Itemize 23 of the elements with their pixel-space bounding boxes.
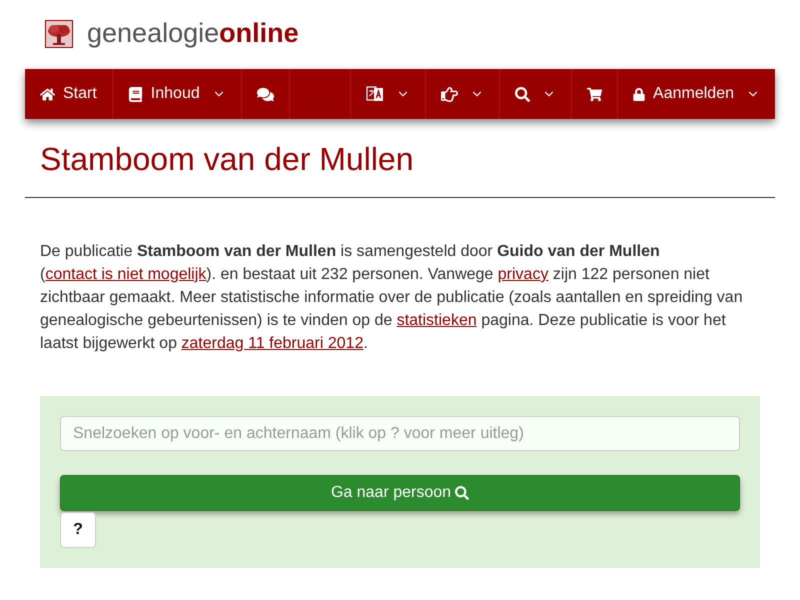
- nav-item[interactable]: Start: [25, 69, 113, 119]
- chat-bubbles-icon: [256, 86, 274, 102]
- intro-paragraph: De publicatie Stamboom van der Mullen is samengesteld door Guido van der Mullen (contact is niet mogelijk). en bestaat uit 232 personen. Vanwege privacy zijn 122 personen niet zichtbaar gemaakt. Meer statistische informatie over de publicatie (zoals aantallen en spreiding van genealogische gebeurtenissen) is te vinden op de statistieken pagina. Deze publicatie is voor het laatst bijgewerkt op zaterdag 11 februari 2012.: [40, 242, 744, 354]
- book-icon: [128, 86, 143, 102]
- page-title: Stamboom van der Mullen: [40, 140, 414, 178]
- nav-item[interactable]: Aanmelden: [617, 69, 775, 119]
- text-link[interactable]: contact is niet mogelijk: [45, 266, 206, 283]
- help-button[interactable]: ?: [60, 512, 96, 548]
- site-logo-text[interactable]: genealogieonline: [87, 20, 299, 47]
- search-field[interactable]: Snelzoeken op voor- en achternaam (klik op ? voor meer uitleg): [60, 416, 740, 451]
- search-icon: [515, 86, 530, 102]
- text-link[interactable]: zaterdag 11 februari 2012: [181, 335, 364, 352]
- home-icon: [40, 86, 55, 102]
- text-link[interactable]: privacy: [498, 266, 548, 283]
- pointing-hand-icon: [441, 86, 458, 102]
- cart-icon: [587, 86, 602, 102]
- search-icon: [455, 486, 470, 500]
- text-link[interactable]: statistieken: [396, 312, 477, 329]
- lock-icon: [633, 88, 646, 100]
- go-to-person-button[interactable]: Ga naar persoon: [60, 475, 740, 511]
- nav-item[interactable]: Inhoud: [112, 69, 242, 119]
- tree-logo-icon: [45, 20, 73, 48]
- language-icon: [366, 85, 384, 103]
